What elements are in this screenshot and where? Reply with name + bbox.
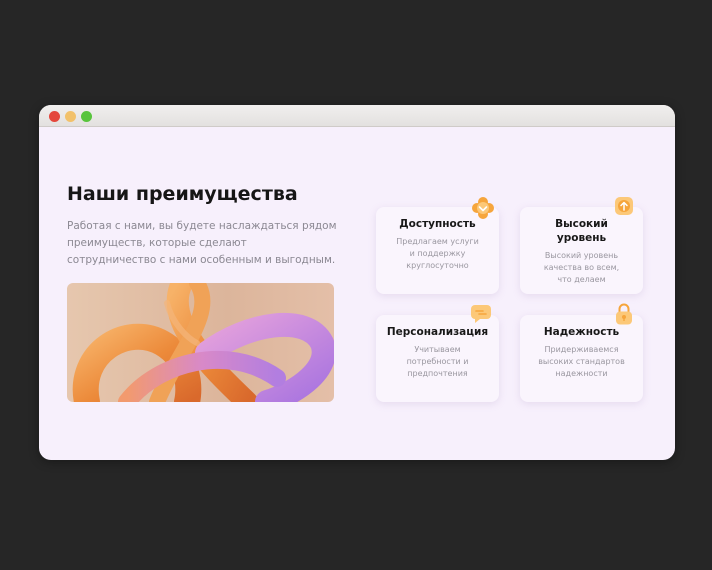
feature-card-reliability: Надежность Придерживаемся высоких станда… [520,303,643,402]
feature-card-text: Учитываем потребности и предпочтения [406,345,469,378]
maximize-window-button[interactable] [81,111,92,122]
abstract-knot-illustration [72,283,334,402]
minimize-window-button[interactable] [65,111,76,122]
feature-card-text: Придерживаемся высоких стандартов надежн… [538,345,625,378]
arrow-up-icon [615,197,633,215]
browser-window: Наши преимущества Работая с нами, вы буд… [39,105,675,460]
window-titlebar [39,105,675,127]
feature-card-personalization: Персонализация Учитываем потребности и п… [376,305,499,402]
feature-card-text: Высокий уровень качества во всем, что де… [543,251,620,284]
section-title: Наши преимущества [67,183,298,205]
feature-card-high-level: Высокий уровень Высокий уровень качества… [520,197,643,294]
chat-bubble-icon [471,305,491,323]
feature-card-availability: Доступность Предлагаем услуги и поддержк… [376,197,499,294]
feature-card-title: Надежность [543,326,620,338]
hero-image [67,283,334,402]
close-window-button[interactable] [49,111,60,122]
feature-card-title: Доступность [399,218,476,230]
lock-icon [615,303,633,325]
feature-card-title: Персонализация [386,326,489,338]
feature-card-title: Высокий уровень [555,218,608,244]
feature-card-text: Предлагаем услуги и поддержку круглосуто… [396,237,479,270]
section-description: Работая с нами, вы будете наслаждаться р… [67,220,337,266]
flower-badge-icon [472,197,494,219]
